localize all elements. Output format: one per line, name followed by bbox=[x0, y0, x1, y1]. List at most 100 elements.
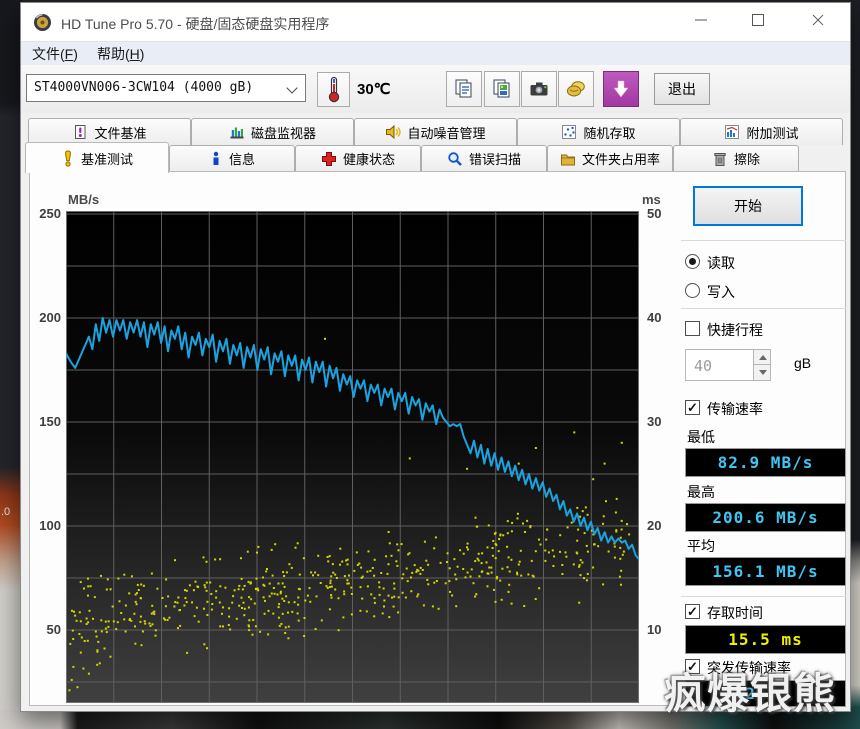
right-tick-10: 10 bbox=[647, 622, 662, 637]
length-unit-label: gB bbox=[794, 355, 812, 371]
tab-disk-monitor[interactable]: 磁盘监视器 bbox=[191, 118, 354, 145]
length-value: 40 bbox=[694, 357, 713, 375]
write-radio-label: 写入 bbox=[707, 284, 735, 300]
temperature-button[interactable] bbox=[317, 72, 350, 107]
watermark: 疯爆银熊 bbox=[664, 670, 837, 717]
access-time-checkbox[interactable]: ✓ bbox=[685, 604, 700, 619]
spinner-down-button[interactable] bbox=[753, 365, 770, 380]
hdtune-window: HD Tune Pro 5.70 - 硬盘/固态硬盘实用程序 文件(F) 帮助(… bbox=[20, 2, 851, 712]
write-radio[interactable] bbox=[685, 283, 700, 298]
spinner-up-button[interactable] bbox=[753, 350, 770, 365]
maximize-icon bbox=[752, 14, 764, 26]
exit-button[interactable]: 退出 bbox=[654, 73, 710, 105]
temperature-value: 30℃ bbox=[357, 81, 391, 98]
radio-dot bbox=[689, 258, 696, 265]
menubar bbox=[21, 41, 850, 65]
screen: .0 HD Tune Pro 5.70 - 硬盘/固态硬盘实用程序 文件(F) … bbox=[0, 0, 860, 729]
short-stroke-checkbox[interactable] bbox=[685, 321, 700, 336]
screenshot-button[interactable] bbox=[521, 71, 557, 107]
tab-random-access[interactable]: 随机存取 bbox=[517, 118, 680, 145]
avg-label: 平均 bbox=[687, 538, 715, 554]
tab-label: 自动噪音管理 bbox=[407, 125, 486, 141]
min-label: 最低 bbox=[687, 429, 715, 445]
gold-coins-icon bbox=[566, 81, 585, 97]
tab-health[interactable]: 健康状态 bbox=[295, 145, 421, 171]
tab-erase[interactable]: 擦除 bbox=[673, 145, 799, 171]
titlebar: HD Tune Pro 5.70 - 硬盘/固态硬盘实用程序 bbox=[21, 3, 850, 41]
desktop-background-right bbox=[850, 0, 860, 729]
separator bbox=[681, 308, 846, 309]
tab-label: 健康状态 bbox=[342, 152, 395, 167]
copy-image-icon bbox=[493, 79, 510, 98]
window-title: HD Tune Pro 5.70 - 硬盘/固态硬盘实用程序 bbox=[61, 16, 330, 32]
tab-file-benchmark[interactable]: 文件基准 bbox=[28, 118, 191, 145]
aam-icon bbox=[386, 124, 402, 140]
tab-extra-tests[interactable]: 附加测试 bbox=[680, 118, 843, 145]
desktop-background-left bbox=[0, 0, 22, 729]
avg-value-display: 156.1 MB/s bbox=[685, 557, 846, 586]
right-tick-40: 40 bbox=[647, 310, 662, 325]
min-value-display: 82.9 MB/s bbox=[685, 448, 846, 477]
max-value-display: 200.6 MB/s bbox=[685, 503, 846, 532]
separator bbox=[681, 240, 846, 241]
tab-label: 文件基准 bbox=[94, 125, 147, 141]
menu-help[interactable]: 帮助(H) bbox=[97, 44, 144, 64]
folder-icon bbox=[560, 154, 575, 165]
left-tick-200: 200 bbox=[39, 310, 61, 325]
length-spinner[interactable]: 40 bbox=[685, 349, 771, 381]
info-icon bbox=[213, 151, 219, 165]
minimize-button[interactable] bbox=[676, 3, 726, 37]
menu-file[interactable]: 文件(F) bbox=[32, 44, 78, 64]
health-cross-icon bbox=[321, 151, 336, 166]
maximize-button[interactable] bbox=[733, 3, 783, 37]
left-axis-title: MB/s bbox=[68, 192, 100, 207]
register-button[interactable] bbox=[558, 71, 594, 107]
copy-image-button[interactable] bbox=[484, 71, 520, 107]
right-axis-title: ms bbox=[642, 192, 661, 207]
copy-text-icon bbox=[455, 79, 472, 98]
tab-label: 错误扫描 bbox=[468, 152, 521, 167]
background-partial-text: .0 bbox=[1, 506, 11, 518]
tab-folder-usage[interactable]: 文件夹占用率 bbox=[547, 145, 673, 171]
random-access-icon bbox=[562, 125, 577, 139]
thermometer-icon bbox=[328, 76, 339, 103]
left-tick-250: 250 bbox=[39, 206, 61, 221]
app-icon bbox=[34, 14, 51, 31]
close-button[interactable] bbox=[793, 3, 843, 37]
right-tick-30: 30 bbox=[647, 414, 662, 429]
benchmark-icon bbox=[65, 149, 71, 167]
file-benchmark-icon bbox=[75, 125, 86, 139]
access-time-display: 15.5 ms bbox=[685, 625, 846, 654]
minimize-icon bbox=[695, 19, 707, 21]
disk-monitor-icon bbox=[230, 127, 244, 139]
tab-label: 随机存取 bbox=[583, 125, 636, 141]
max-label: 最高 bbox=[687, 484, 715, 500]
tab-label: 磁盘监视器 bbox=[250, 125, 316, 141]
tab-error-scan[interactable]: 错误扫描 bbox=[421, 145, 547, 171]
update-button[interactable] bbox=[603, 71, 639, 107]
tab-label: 擦除 bbox=[733, 152, 760, 167]
arrow-up-icon bbox=[759, 355, 767, 360]
drive-select[interactable]: ST4000VN006-3CW104 (4000 gB) bbox=[26, 74, 306, 102]
transfer-rate-checkbox[interactable]: ✓ bbox=[685, 400, 700, 415]
tab-label: 信息 bbox=[228, 152, 255, 167]
magnifier-icon bbox=[448, 151, 462, 166]
left-tick-100: 100 bbox=[39, 518, 61, 533]
download-arrow-icon bbox=[613, 80, 629, 98]
transfer-rate-label: 传输速率 bbox=[707, 401, 763, 417]
tab-aam[interactable]: 自动噪音管理 bbox=[354, 118, 517, 145]
camera-icon bbox=[530, 82, 548, 96]
tab-label: 基准测试 bbox=[80, 151, 133, 167]
read-radio[interactable] bbox=[685, 254, 700, 269]
trash-icon bbox=[714, 152, 726, 166]
tab-benchmark-active[interactable]: 基准测试 bbox=[25, 142, 169, 173]
separator bbox=[681, 596, 846, 597]
short-stroke-label: 快捷行程 bbox=[707, 322, 763, 338]
start-button[interactable]: 开始 bbox=[693, 186, 803, 226]
tab-info[interactable]: 信息 bbox=[169, 145, 295, 171]
extra-tests-icon bbox=[725, 125, 740, 139]
left-tick-150: 150 bbox=[39, 414, 61, 429]
chevron-down-icon bbox=[286, 82, 298, 94]
read-radio-label: 读取 bbox=[707, 255, 735, 271]
copy-text-button[interactable] bbox=[446, 71, 482, 107]
